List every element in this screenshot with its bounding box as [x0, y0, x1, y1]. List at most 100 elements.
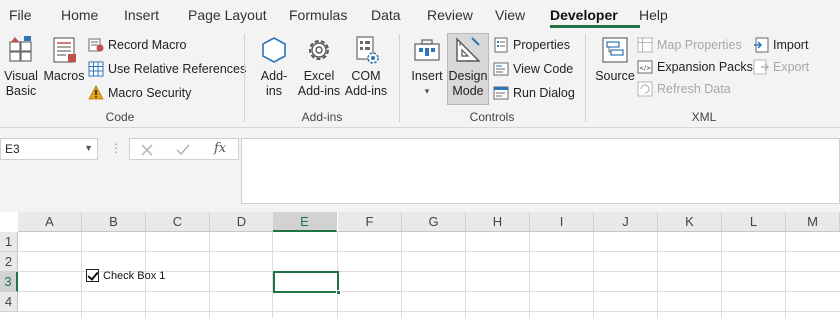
properties-button[interactable]: Properties: [493, 35, 570, 55]
com-add-ins-label-2: Add-ins: [344, 84, 388, 98]
com-add-ins-icon: [356, 36, 379, 64]
tab-insert[interactable]: Insert: [124, 7, 159, 23]
column-header-e[interactable]: E: [273, 212, 337, 232]
gear-icon: [309, 40, 329, 60]
row-header-1[interactable]: 1: [0, 232, 18, 252]
row-header-3[interactable]: 3: [0, 272, 18, 292]
grid-line: [209, 232, 210, 318]
add-ins-label-2: ins: [266, 84, 282, 98]
formula-buttons: fx: [129, 138, 239, 160]
expansion-packs-label: Expansion Packs: [657, 60, 753, 74]
use-relative-references-label: Use Relative References: [108, 62, 247, 76]
name-box[interactable]: E3 ▼: [0, 138, 98, 160]
column-header-k[interactable]: K: [658, 212, 722, 232]
visual-basic-label-2: Basic: [5, 84, 37, 98]
tab-review[interactable]: Review: [427, 7, 473, 23]
selected-cell-e3[interactable]: [273, 271, 341, 295]
refresh-data-button[interactable]: Refresh Data: [637, 79, 731, 99]
grid-line: [18, 291, 840, 292]
design-mode-label-1: Design: [448, 69, 488, 83]
column-header-f[interactable]: F: [338, 212, 402, 232]
com-add-ins-button[interactable]: COM Add-ins: [344, 34, 388, 99]
grid-line: [18, 251, 840, 252]
tab-file[interactable]: File: [9, 7, 32, 23]
macro-security-button[interactable]: Macro Security: [88, 83, 191, 103]
record-macro-button[interactable]: Record Macro: [88, 35, 187, 55]
expansion-packs-button[interactable]: </> Expansion Packs: [637, 57, 753, 77]
insert-control-label: Insert: [411, 69, 443, 83]
xml-source-icon: [602, 37, 628, 63]
tab-page-layout[interactable]: Page Layout: [188, 7, 267, 23]
group-separator: [244, 34, 245, 122]
export-label: Export: [773, 60, 810, 74]
check-icon[interactable]: [176, 144, 190, 156]
excel-add-ins-button[interactable]: Excel Add-ins: [297, 34, 341, 99]
tab-formulas[interactable]: Formulas: [289, 7, 347, 23]
xml-export-button[interactable]: Export: [753, 57, 809, 77]
add-ins-button[interactable]: Add- ins: [256, 34, 292, 99]
column-header-h[interactable]: H: [466, 212, 530, 232]
name-box-value: E3: [5, 142, 20, 156]
checkbox-control[interactable]: Check Box 1: [86, 269, 165, 282]
grid-line: [785, 232, 786, 318]
group-separator: [399, 34, 400, 122]
tab-home[interactable]: Home: [61, 7, 98, 23]
xml-import-button[interactable]: Import: [753, 35, 808, 55]
tab-developer[interactable]: Developer: [550, 7, 618, 23]
row-header-4[interactable]: 4: [0, 292, 18, 312]
design-mode-label-2: Mode: [452, 84, 484, 98]
x-icon[interactable]: [141, 144, 153, 156]
column-header-l[interactable]: L: [722, 212, 786, 232]
macros-button[interactable]: Macros: [43, 34, 85, 84]
tab-view[interactable]: View: [495, 7, 525, 23]
macro-security-label: Macro Security: [108, 86, 192, 100]
xml-source-button[interactable]: Source: [594, 34, 636, 84]
xml-source-label: Source: [595, 69, 635, 83]
import-icon: [754, 37, 769, 53]
visual-basic-label-1: Visual: [4, 69, 38, 83]
grid-line: [465, 232, 466, 318]
developer-ribbon: Visual Basic Macros Record Macro Use Rel…: [0, 30, 840, 128]
tab-data[interactable]: Data: [371, 7, 401, 23]
more-options-icon[interactable]: ⋮: [110, 141, 122, 155]
insert-function-icon[interactable]: fx: [214, 141, 226, 156]
grid-line: [81, 232, 82, 318]
column-header-b[interactable]: B: [82, 212, 146, 232]
excel-window: File Home Insert Page Layout Formulas Da…: [0, 0, 840, 318]
tab-help[interactable]: Help: [639, 7, 668, 23]
design-mode-button[interactable]: Design Mode: [448, 34, 488, 99]
column-header-c[interactable]: C: [146, 212, 210, 232]
row-header-2[interactable]: 2: [0, 252, 18, 272]
worksheet-grid[interactable]: ABCDEFGHIJKLM 1234: [0, 212, 840, 318]
import-label: Import: [773, 38, 809, 52]
code-group-label: Code: [105, 110, 135, 124]
record-macro-icon: [88, 38, 104, 52]
column-header-a[interactable]: A: [18, 212, 82, 232]
visual-basic-button[interactable]: Visual Basic: [3, 34, 39, 99]
relative-references-icon: [88, 61, 104, 77]
macros-label: Macros: [43, 69, 85, 83]
use-relative-references-button[interactable]: Use Relative References: [88, 59, 246, 79]
column-header-i[interactable]: I: [530, 212, 594, 232]
column-header-m[interactable]: M: [786, 212, 840, 232]
run-dialog-button[interactable]: Run Dialog: [493, 83, 575, 103]
fill-handle[interactable]: [336, 290, 341, 295]
add-ins-group-label: Add-ins: [301, 110, 343, 124]
column-header-j[interactable]: J: [594, 212, 658, 232]
run-dialog-icon: [493, 86, 509, 100]
export-icon: [753, 59, 769, 75]
expansion-packs-icon: </>: [637, 60, 653, 74]
add-ins-label-1: Add-: [260, 69, 288, 83]
checkbox-check-icon[interactable]: [86, 269, 99, 282]
view-code-button[interactable]: View Code: [493, 59, 573, 79]
grid-line: [529, 232, 530, 318]
chevron-down-icon[interactable]: ▼: [84, 143, 93, 153]
column-header-g[interactable]: G: [402, 212, 466, 232]
column-header-d[interactable]: D: [210, 212, 274, 232]
com-add-ins-label-1: COM: [351, 69, 381, 83]
formula-input[interactable]: [241, 138, 840, 204]
map-properties-button[interactable]: Map Properties: [637, 35, 742, 55]
grid-line: [657, 232, 658, 318]
insert-control-button[interactable]: Insert ▾: [408, 34, 446, 99]
grid-line: [18, 311, 840, 312]
